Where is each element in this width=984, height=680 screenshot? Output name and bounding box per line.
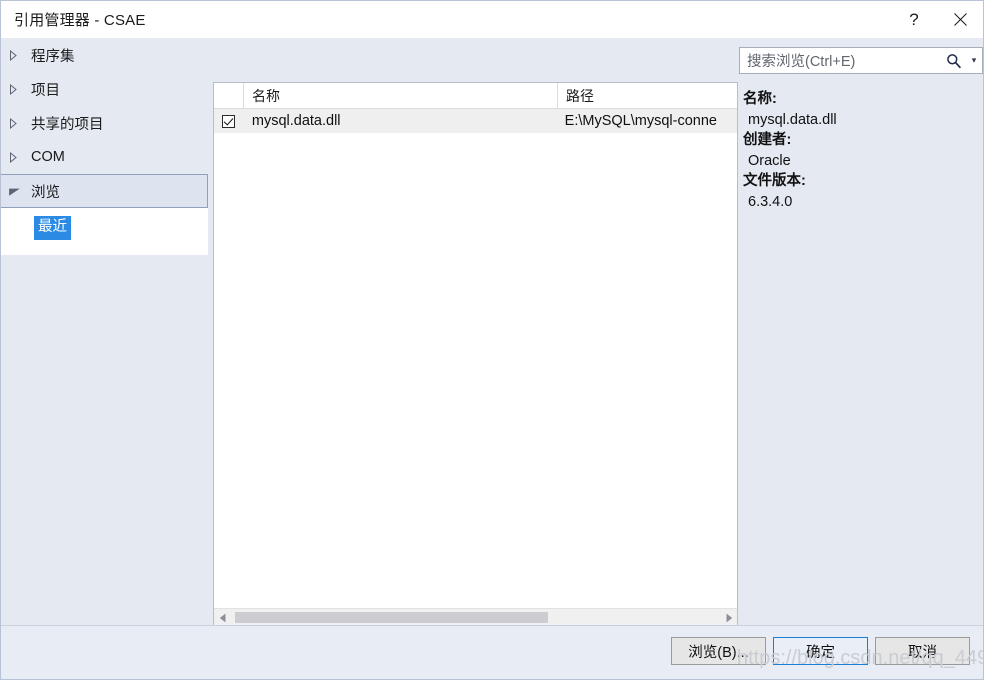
chevron-right-icon	[9, 151, 31, 163]
detail-label-name: 名称:	[743, 91, 777, 107]
details-pane: 名称: mysql.data.dll 创建者: Oracle 文件版本: 6.3…	[743, 89, 979, 212]
detail-label-file-version: 文件版本:	[743, 173, 806, 189]
scroll-right-arrow-icon[interactable]	[720, 609, 737, 626]
sidebar-item-com[interactable]: COM	[1, 140, 208, 174]
sidebar-item-browse[interactable]: 浏览	[1, 174, 208, 208]
ok-button[interactable]: 确定	[773, 637, 868, 665]
chevron-down-icon[interactable]: ▾	[966, 55, 982, 66]
list-header: 名称 路径	[214, 83, 737, 109]
reference-manager-dialog: 引用管理器 - CSAE ? 程序集 项目 共享的项目 COM 浏览 最近 搜索…	[0, 0, 984, 680]
row-checkbox-cell[interactable]	[214, 114, 244, 128]
checkbox-icon[interactable]	[222, 114, 236, 128]
sidebar-item-recent[interactable]: 最近	[34, 216, 71, 240]
cancel-button[interactable]: 取消	[875, 637, 970, 665]
list-body: mysql.data.dll E:\MySQL\mysql-conne	[214, 109, 737, 608]
column-header-check[interactable]	[214, 83, 244, 108]
sidebar-item-label: COM	[31, 149, 65, 165]
column-header-name[interactable]: 名称	[244, 83, 558, 108]
sidebar-tree: 程序集 项目 共享的项目 COM 浏览 最近	[1, 38, 208, 624]
detail-value-name: mysql.data.dll	[748, 112, 837, 128]
detail-value-file-version: 6.3.4.0	[748, 194, 793, 210]
sidebar-item-label: 项目	[31, 82, 60, 99]
help-icon[interactable]: ?	[891, 1, 937, 38]
table-row[interactable]: mysql.data.dll E:\MySQL\mysql-conne	[214, 109, 737, 133]
column-header-path[interactable]: 路径	[558, 83, 737, 108]
close-icon[interactable]	[937, 1, 983, 38]
scrollbar-track[interactable]	[231, 609, 720, 626]
row-path: E:\MySQL\mysql-conne	[564, 113, 717, 129]
chevron-right-icon	[9, 117, 31, 129]
title-bar: 引用管理器 - CSAE ?	[1, 1, 983, 38]
scrollbar-thumb[interactable]	[235, 612, 548, 623]
sidebar-item-label: 浏览	[31, 184, 60, 201]
sidebar-item-label: 程序集	[31, 48, 75, 65]
window-controls: ?	[891, 1, 983, 38]
search-icon[interactable]	[942, 53, 966, 69]
reference-list-panel: 名称 路径 mysql.data.dll E:\MySQL\mysql-conn…	[213, 82, 738, 627]
horizontal-scrollbar[interactable]	[214, 608, 737, 626]
sidebar-subtree-browse: 最近	[1, 208, 208, 255]
chevron-right-icon	[9, 49, 31, 61]
browse-button[interactable]: 浏览(B)...	[671, 637, 766, 665]
dialog-footer: 浏览(B)... 确定 取消	[1, 625, 983, 679]
sidebar-item-shared-projects[interactable]: 共享的项目	[1, 106, 208, 140]
detail-label-creator: 创建者:	[743, 132, 792, 148]
scroll-left-arrow-icon[interactable]	[214, 609, 231, 626]
search-input[interactable]: 搜索浏览(Ctrl+E)	[740, 50, 942, 71]
detail-value-creator: Oracle	[748, 153, 791, 169]
page-title: 引用管理器 - CSAE	[14, 12, 146, 29]
chevron-down-icon	[9, 187, 31, 196]
sidebar-item-assemblies[interactable]: 程序集	[1, 38, 208, 72]
row-name: mysql.data.dll	[251, 113, 341, 129]
search-box[interactable]: 搜索浏览(Ctrl+E) ▾	[739, 47, 983, 74]
chevron-right-icon	[9, 83, 31, 95]
sidebar-item-label: 共享的项目	[31, 116, 104, 133]
sidebar-item-projects[interactable]: 项目	[1, 72, 208, 106]
